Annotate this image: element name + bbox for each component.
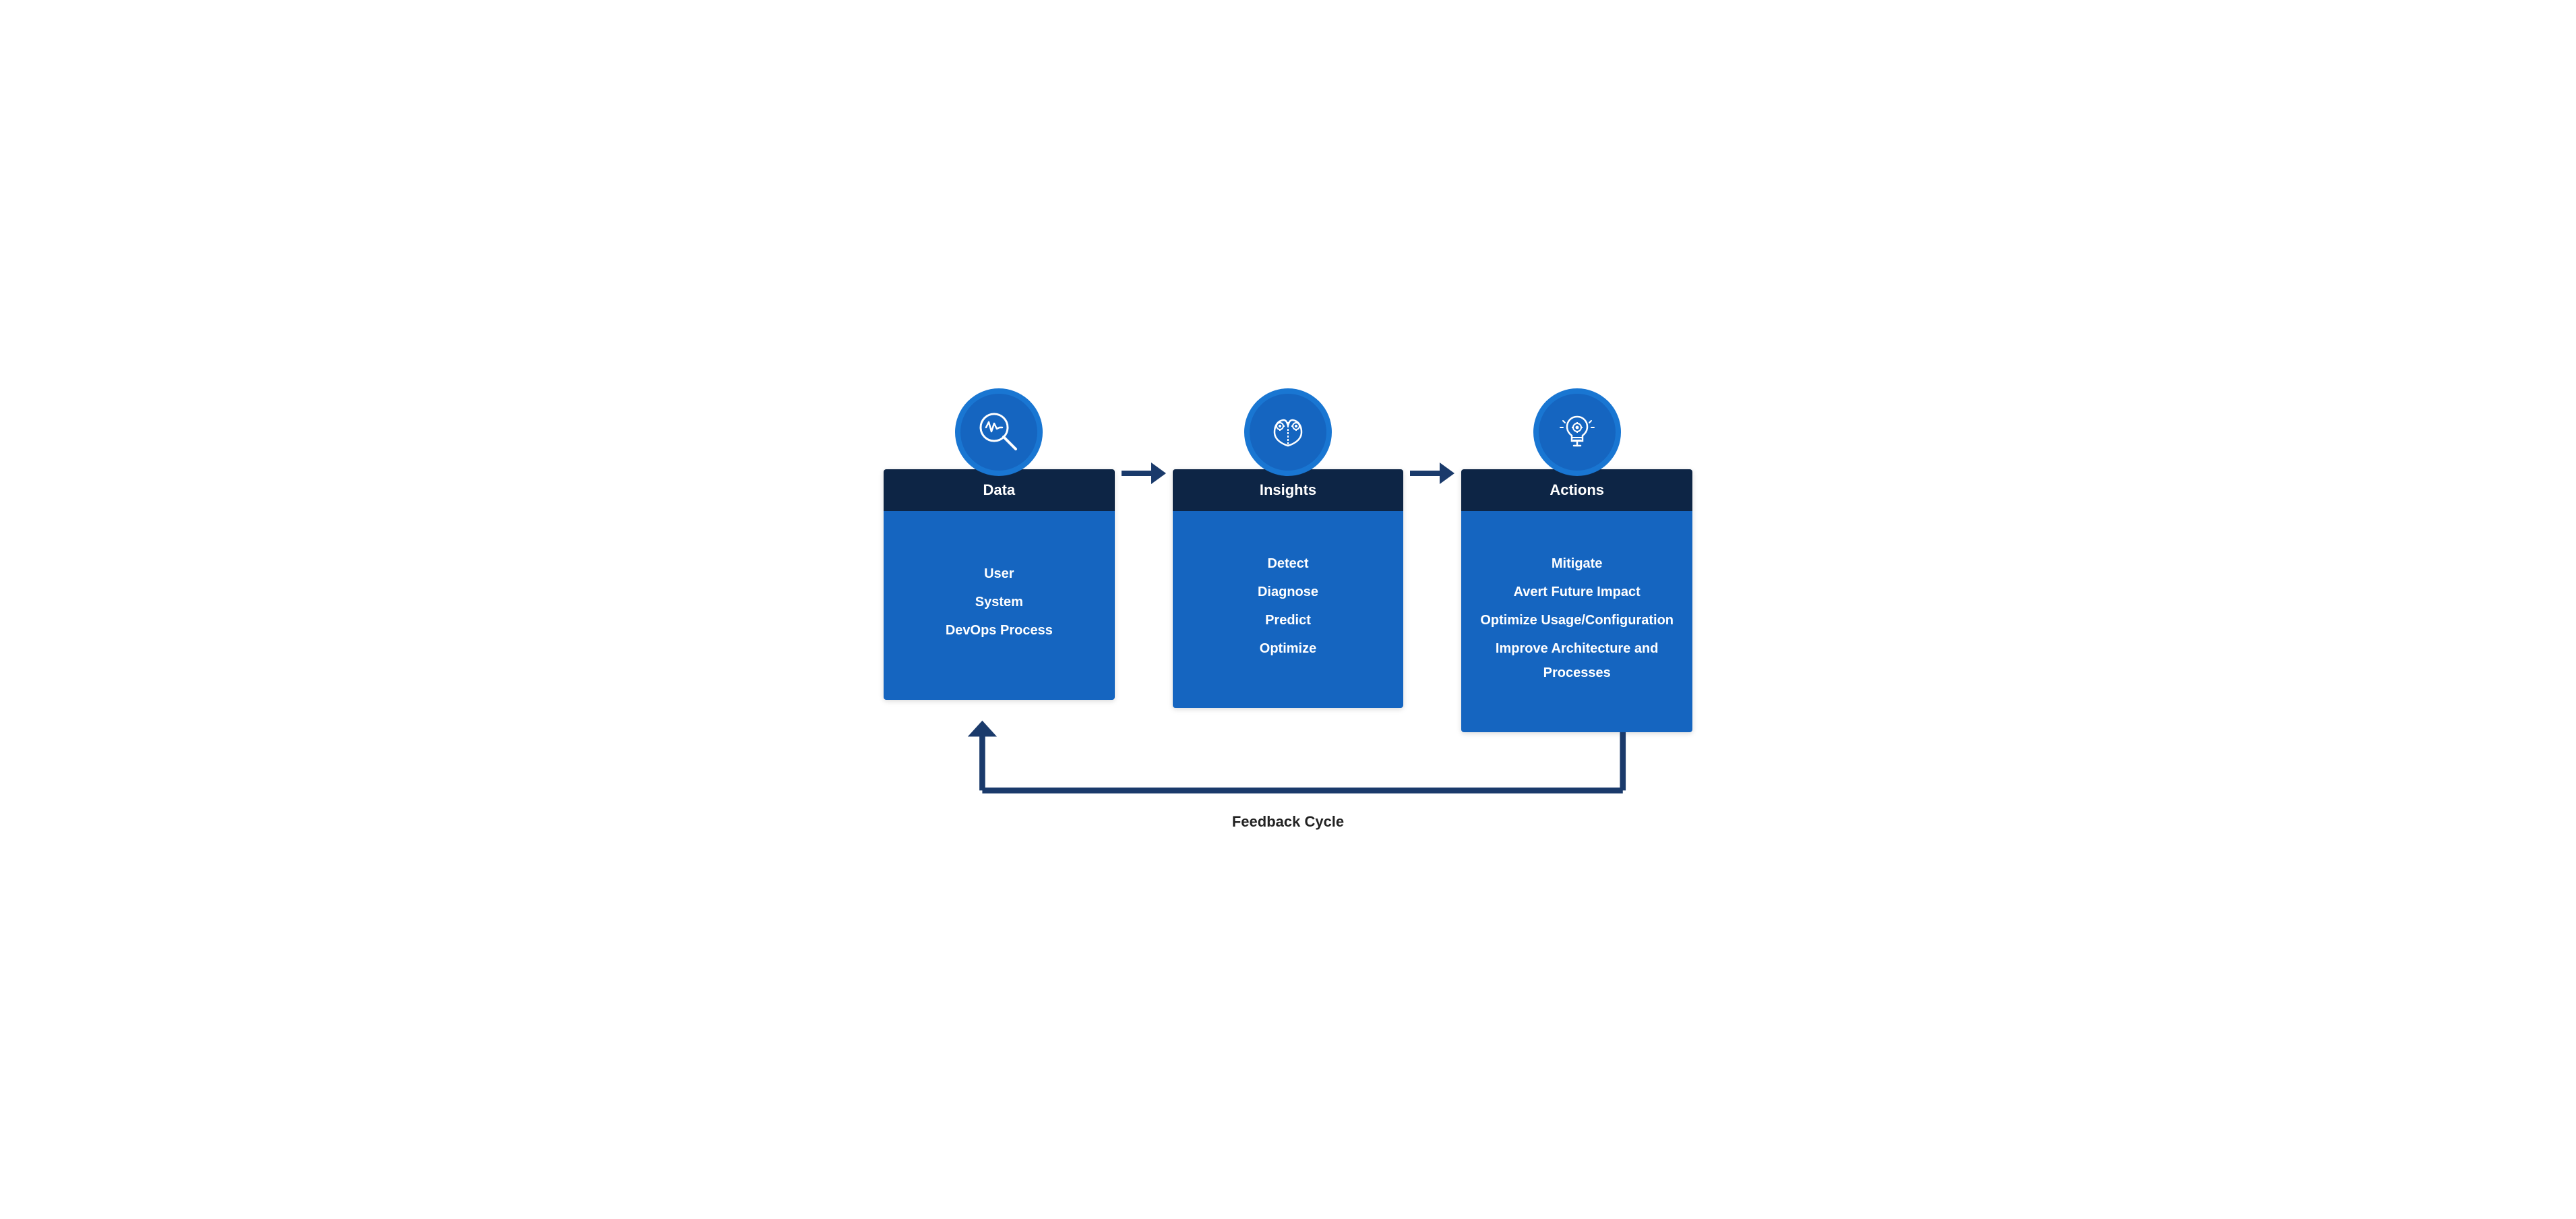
brain-gear-icon <box>1264 409 1312 456</box>
columns-area: Data User System DevOps Process <box>884 388 1692 732</box>
lightbulb-gear-icon <box>1554 409 1601 456</box>
insights-item-optimize: Optimize <box>1260 636 1316 661</box>
arrow-line-2 <box>1410 471 1440 476</box>
arrow-insights-actions <box>1403 463 1461 484</box>
actions-item-optimize: Optimize Usage/Configuration <box>1480 608 1674 632</box>
actions-card-body: Mitigate Avert Future Impact Optimize Us… <box>1461 511 1692 732</box>
actions-column: Actions Mitigate Avert Future Impact Opt… <box>1461 388 1692 732</box>
insights-card: Insights Detect Diagnose Predict Optimiz… <box>1173 469 1404 708</box>
data-header-text: Data <box>983 481 1015 498</box>
feedback-svg <box>924 732 1652 820</box>
insights-item-predict: Predict <box>1265 608 1311 632</box>
feedback-area: Feedback Cycle <box>924 732 1652 831</box>
insights-header-text: Insights <box>1260 481 1316 498</box>
data-card: Data User System DevOps Process <box>884 469 1115 700</box>
arrow-head-1 <box>1151 463 1166 484</box>
diagram-wrapper: Data User System DevOps Process <box>884 388 1692 831</box>
insights-card-body: Detect Diagnose Predict Optimize <box>1173 511 1404 708</box>
actions-card: Actions Mitigate Avert Future Impact Opt… <box>1461 469 1692 732</box>
insights-item-detect: Detect <box>1267 552 1308 576</box>
actions-item-mitigate: Mitigate <box>1552 552 1603 576</box>
data-icon-circle <box>955 388 1043 476</box>
actions-item-avert: Avert Future Impact <box>1514 580 1640 604</box>
actions-item-improve: Improve Architecture and Processes <box>1475 636 1679 685</box>
arrow-data-insights <box>1115 463 1173 484</box>
arrow-line-1 <box>1122 471 1151 476</box>
feedback-label: Feedback Cycle <box>1232 813 1344 831</box>
data-card-body: User System DevOps Process <box>884 511 1115 700</box>
data-item-system: System <box>975 590 1023 614</box>
data-search-icon <box>975 409 1022 456</box>
data-column: Data User System DevOps Process <box>884 388 1115 700</box>
data-item-user: User <box>984 562 1014 586</box>
arrow-shape-2 <box>1410 463 1454 484</box>
actions-icon-circle <box>1533 388 1621 476</box>
actions-header-text: Actions <box>1550 481 1604 498</box>
insights-item-diagnose: Diagnose <box>1258 580 1318 604</box>
insights-column: Insights Detect Diagnose Predict Optimiz… <box>1173 388 1404 708</box>
insights-icon-circle <box>1244 388 1332 476</box>
arrow-head-2 <box>1440 463 1454 484</box>
arrow-shape-1 <box>1122 463 1166 484</box>
data-item-devops: DevOps Process <box>946 618 1053 643</box>
